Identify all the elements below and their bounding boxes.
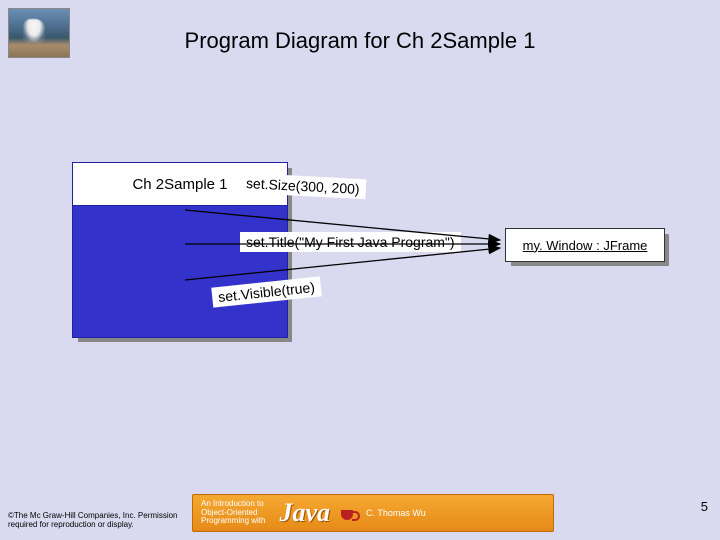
object-name: my. Window (523, 238, 593, 253)
object-type: JFrame (603, 238, 647, 253)
banner-intro-l3: Programming with (201, 517, 265, 525)
object-box: my. Window : JFrame (505, 228, 665, 262)
banner-intro: An Introduction to Object-Oriented Progr… (201, 500, 265, 525)
coffee-cup-icon (338, 502, 360, 524)
java-banner: An Introduction to Object-Oriented Progr… (192, 494, 554, 532)
call-settitle: set.Title("My First Java Program") (240, 232, 461, 252)
banner-author: C. Thomas Wu (366, 508, 426, 518)
slide-title: Program Diagram for Ch 2Sample 1 (0, 28, 720, 54)
banner-java-word: Java (279, 498, 330, 528)
page-number: 5 (701, 499, 708, 514)
copyright-text: ©The Mc Graw-Hill Companies, Inc. Permis… (8, 511, 178, 530)
